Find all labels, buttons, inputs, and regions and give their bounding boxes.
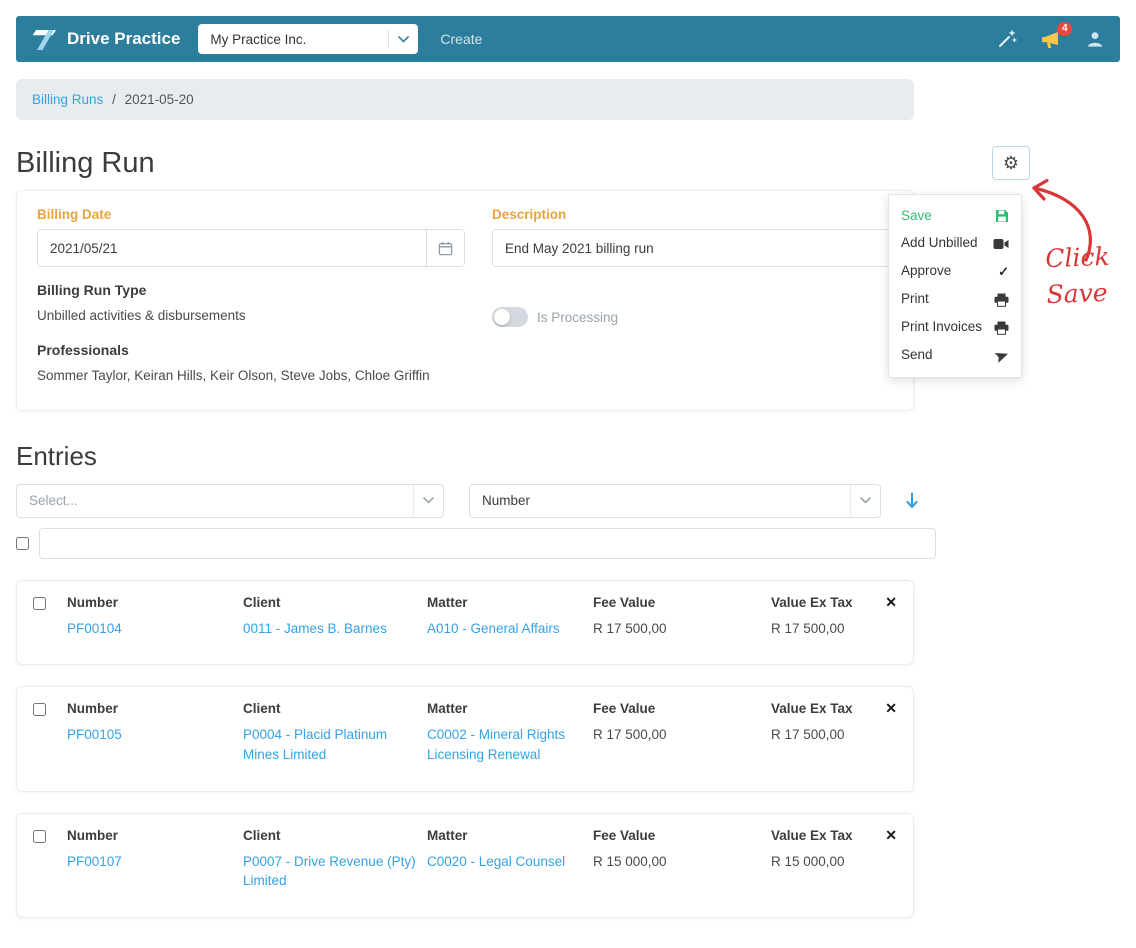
col-header-number: Number <box>67 827 119 843</box>
printer-icon <box>994 321 1009 335</box>
check-icon: ✓ <box>998 263 1009 279</box>
col-header-value-ex-tax: Value Ex Tax <box>771 827 853 843</box>
top-navbar: Drive Practice My Practice Inc. Create 4 <box>16 16 1120 62</box>
menu-item-print-invoices[interactable]: Print Invoices <box>889 314 1021 342</box>
page-title: Billing Run <box>16 146 155 179</box>
camera-icon <box>993 238 1009 250</box>
is-processing-toggle[interactable] <box>492 307 528 327</box>
entry-number-link[interactable]: PF00107 <box>67 852 235 891</box>
notifications-megaphone-icon[interactable]: 4 <box>1041 21 1072 49</box>
remove-entry-button[interactable]: ✕ <box>885 595 897 610</box>
entry-value-ex-tax: R 15 000,00 <box>771 853 845 869</box>
entry-card: Number Client Matter Fee Value Value Ex … <box>16 579 914 666</box>
practice-selector-value: My Practice Inc. <box>210 31 307 47</box>
create-menu-item[interactable]: Create <box>440 31 482 47</box>
professionals-label: Professionals <box>37 342 129 358</box>
col-header-fee-value: Fee Value <box>593 827 656 843</box>
billing-date-label: Billing Date <box>37 207 112 222</box>
entries-filters: Select... Number <box>16 483 1120 518</box>
entry-number-link[interactable]: PF00104 <box>67 619 235 639</box>
brand[interactable]: Drive Practice <box>32 28 180 51</box>
menu-item-send[interactable]: Send <box>889 342 1021 370</box>
menu-item-print[interactable]: Print <box>889 286 1021 314</box>
annotation-note: Click Save <box>1044 241 1111 310</box>
col-header-number: Number <box>67 594 119 610</box>
filter-select-placeholder: Select... <box>29 493 78 509</box>
entry-client-link[interactable]: P0007 - Drive Revenue (Pty) Limited <box>243 852 419 891</box>
breadcrumb: Billing Runs / 2021-05-20 <box>16 79 914 120</box>
chevron-down-icon <box>413 484 443 517</box>
menu-item-approve[interactable]: Approve ✓ <box>889 258 1021 286</box>
chevron-down-icon <box>850 484 880 517</box>
breadcrumb-separator: / <box>112 92 116 107</box>
professionals-value: Sommer Taylor, Keiran Hills, Keir Olson,… <box>37 368 430 383</box>
billing-run-card: Billing Date Description Billing Run Typ… <box>16 190 914 411</box>
description-label: Description <box>492 207 567 222</box>
billing-date-group <box>37 229 465 267</box>
notification-count-badge: 4 <box>1057 21 1072 36</box>
col-header-number: Number <box>67 701 119 717</box>
drive-practice-logo-icon <box>32 28 58 51</box>
col-header-client: Client <box>243 701 281 717</box>
entries-title: Entries <box>16 440 97 471</box>
menu-item-add-unbilled[interactable]: Add Unbilled <box>889 230 1021 258</box>
user-profile-icon[interactable] <box>1086 30 1104 48</box>
entries-search-input[interactable] <box>39 527 936 559</box>
entry-value-ex-tax: R 17 500,00 <box>771 620 845 636</box>
billing-date-input[interactable] <box>38 230 426 266</box>
entry-checkbox[interactable] <box>33 829 46 843</box>
entries-sort-select[interactable]: Number <box>469 483 881 518</box>
entry-fee-value: R 15 000,00 <box>593 853 667 869</box>
breadcrumb-billing-runs-link[interactable]: Billing Runs <box>32 92 103 107</box>
col-header-client: Client <box>243 827 281 843</box>
col-header-client: Client <box>243 594 281 610</box>
entry-matter-link[interactable]: C0020 - Legal Counsel <box>427 852 585 891</box>
col-header-matter: Matter <box>427 594 468 610</box>
remove-entry-button[interactable]: ✕ <box>885 701 897 716</box>
practice-selector[interactable]: My Practice Inc. <box>198 24 419 54</box>
entry-fee-value: R 17 500,00 <box>593 620 667 636</box>
breadcrumb-current: 2021-05-20 <box>124 92 194 107</box>
magic-wand-icon[interactable] <box>997 29 1017 49</box>
entry-checkbox[interactable] <box>33 703 46 717</box>
col-header-matter: Matter <box>427 701 468 717</box>
save-icon <box>995 209 1009 223</box>
brand-name: Drive Practice <box>67 29 181 48</box>
billing-run-type-label: Billing Run Type <box>37 282 147 298</box>
entry-matter-link[interactable]: C0002 - Mineral Rights Licensing Renewal <box>427 725 585 764</box>
col-header-value-ex-tax: Value Ex Tax <box>771 594 853 610</box>
gear-actions-button[interactable]: ⚙ <box>992 146 1030 180</box>
col-header-fee-value: Fee Value <box>593 701 656 717</box>
entries-filter-select[interactable]: Select... <box>16 483 444 518</box>
gear-icon: ⚙ <box>1002 152 1020 173</box>
col-header-fee-value: Fee Value <box>593 594 656 610</box>
entry-checkbox[interactable] <box>33 596 46 610</box>
entry-value-ex-tax: R 17 500,00 <box>771 727 845 743</box>
menu-item-save[interactable]: Save <box>889 202 1021 230</box>
is-processing-label: Is Processing <box>537 309 619 325</box>
toggle-knob <box>494 309 510 325</box>
description-input[interactable] <box>492 229 893 267</box>
entry-fee-value: R 17 500,00 <box>593 727 667 743</box>
send-paper-plane-icon <box>994 349 1009 363</box>
entry-client-link[interactable]: P0004 - Placid Platinum Mines Limited <box>243 725 419 764</box>
entry-client-link[interactable]: 0011 - James B. Barnes <box>243 619 419 639</box>
page-header: Billing Run ⚙ Save Add Unbilled Approve … <box>16 146 1030 378</box>
select-all-checkbox[interactable] <box>16 536 29 550</box>
billing-run-type-value: Unbilled activities & disbursements <box>37 308 246 323</box>
entry-number-link[interactable]: PF00105 <box>67 725 235 764</box>
entry-card: Number Client Matter Fee Value Value Ex … <box>16 812 914 918</box>
col-header-matter: Matter <box>427 827 468 843</box>
sort-direction-arrow-icon[interactable] <box>906 492 918 509</box>
entry-matter-link[interactable]: A010 - General Affairs <box>427 619 585 639</box>
gear-actions-menu: Save Add Unbilled Approve ✓ Print Print … <box>888 194 1022 378</box>
sort-select-value: Number <box>482 493 531 509</box>
chevron-down-icon <box>389 35 418 43</box>
entry-card: Number Client Matter Fee Value Value Ex … <box>16 686 914 792</box>
col-header-value-ex-tax: Value Ex Tax <box>771 701 853 717</box>
printer-icon <box>994 293 1009 307</box>
entries-search-row <box>16 527 936 559</box>
remove-entry-button[interactable]: ✕ <box>885 828 897 843</box>
calendar-icon[interactable] <box>426 230 464 266</box>
